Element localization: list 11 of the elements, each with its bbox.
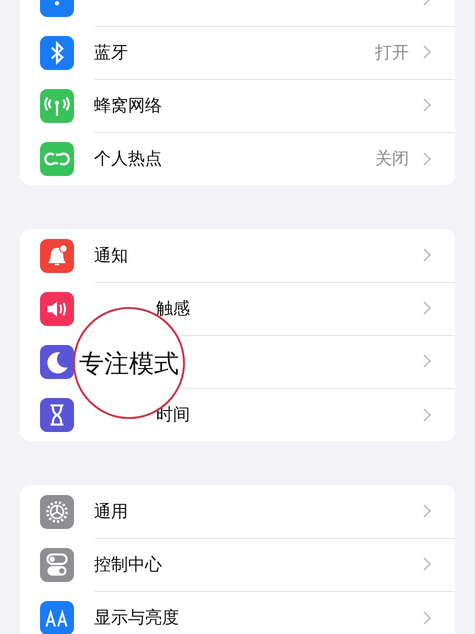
setting-value: 关闭 [375, 148, 409, 170]
setting-label[interactable]: 触感 [156, 296, 190, 320]
setting-label[interactable]: 控制中心 [94, 552, 162, 576]
setting-label[interactable]: 通知 [94, 244, 128, 266]
setting-label[interactable]: 个人热点 [94, 147, 162, 170]
setting-label[interactable]: 蓝牙 [94, 40, 128, 64]
setting-label[interactable]: 通用 [94, 500, 128, 522]
setting-label[interactable]: 蜂窝网络 [94, 94, 162, 116]
magnified-label: 专注模式 [79, 348, 179, 380]
setting-label[interactable]: 显示与亮度 [94, 606, 179, 629]
setting-value: 打开 [375, 42, 409, 64]
